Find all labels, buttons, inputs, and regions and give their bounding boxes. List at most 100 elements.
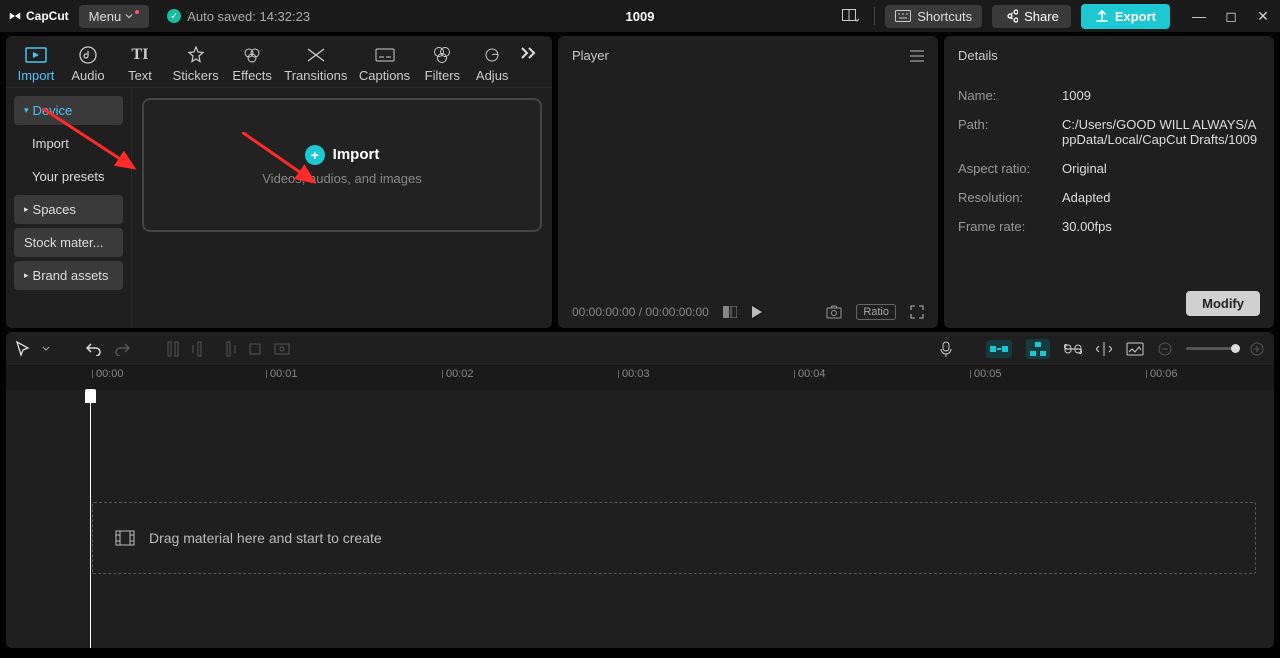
import-dropzone[interactable]: + Import Videos, audios, and images bbox=[142, 98, 542, 232]
import-title: + Import bbox=[305, 145, 380, 165]
adjustment-icon bbox=[484, 46, 500, 64]
link-icon bbox=[1064, 344, 1082, 354]
player-compare-button[interactable] bbox=[723, 306, 737, 318]
menu-button[interactable]: Menu bbox=[79, 5, 150, 28]
player-title: Player bbox=[572, 48, 609, 63]
zoom-slider[interactable] bbox=[1186, 347, 1236, 350]
share-icon bbox=[1004, 9, 1018, 23]
shortcuts-button[interactable]: Shortcuts bbox=[885, 5, 982, 28]
detail-row: Aspect ratio:Original bbox=[958, 154, 1260, 183]
filters-icon bbox=[433, 46, 451, 64]
window-close-button[interactable]: ✕ bbox=[1254, 8, 1272, 25]
timeline-toolbar bbox=[6, 332, 1274, 366]
zoom-out-button[interactable] bbox=[1158, 342, 1172, 356]
audio-icon bbox=[79, 46, 97, 64]
tab-import[interactable]: Import bbox=[10, 42, 62, 87]
chevron-down-icon bbox=[42, 346, 50, 352]
tab-filters[interactable]: Filters bbox=[416, 42, 468, 87]
record-audio-button[interactable] bbox=[940, 341, 952, 357]
effects-icon bbox=[243, 46, 261, 64]
player-play-button[interactable] bbox=[751, 305, 763, 319]
share-button[interactable]: Share bbox=[992, 5, 1071, 28]
ruler-tick: 00:00 bbox=[92, 368, 124, 380]
window-minimize-button[interactable]: — bbox=[1190, 8, 1208, 25]
player-snapshot-button[interactable] bbox=[826, 305, 842, 319]
text-icon: TI bbox=[132, 46, 149, 64]
layout-button[interactable] bbox=[838, 5, 864, 27]
ruler-tick: 00:04 bbox=[794, 368, 826, 380]
detail-row: Path:C:/Users/GOOD WILL ALWAYS/AppData/L… bbox=[958, 110, 1260, 154]
player-menu-button[interactable] bbox=[910, 50, 924, 62]
redo-button[interactable] bbox=[114, 342, 130, 356]
selection-tool-dropdown[interactable] bbox=[42, 346, 50, 352]
player-panel: Player 00:00:00:00 / 00:00:00:00 Ratio bbox=[558, 36, 938, 328]
zoom-in-button[interactable] bbox=[1250, 342, 1264, 356]
chevron-double-right-icon bbox=[520, 46, 538, 60]
selection-tool-button[interactable] bbox=[16, 341, 30, 357]
timeline-ruler[interactable]: 00:00 00:01 00:02 00:03 00:04 00:05 00:0… bbox=[6, 366, 1274, 390]
ruler-tick: 00:06 bbox=[1146, 368, 1178, 380]
plus-icon: + bbox=[305, 145, 325, 165]
tab-adjustment[interactable]: Adjus bbox=[468, 42, 516, 87]
tab-effects[interactable]: Effects bbox=[225, 42, 279, 87]
window-maximize-button[interactable]: ◻ bbox=[1222, 8, 1240, 25]
details-panel: Details Name:1009 Path:C:/Users/GOOD WIL… bbox=[944, 36, 1274, 328]
tab-stickers[interactable]: Stickers bbox=[166, 42, 225, 87]
detail-row: Name:1009 bbox=[958, 81, 1260, 110]
ruler-tick: 00:05 bbox=[970, 368, 1002, 380]
ruler-tick: 00:02 bbox=[442, 368, 474, 380]
film-icon bbox=[115, 530, 135, 546]
modify-button[interactable]: Modify bbox=[1186, 291, 1260, 316]
ruler-tick: 00:01 bbox=[266, 368, 298, 380]
delete-right-button[interactable] bbox=[220, 341, 236, 357]
magnet-main-button[interactable] bbox=[986, 340, 1012, 358]
export-icon bbox=[1095, 9, 1109, 23]
magnet-track-button[interactable] bbox=[1026, 339, 1050, 359]
sidebar-item-brand[interactable]: ▸Brand assets bbox=[14, 261, 123, 290]
link-button[interactable] bbox=[1064, 344, 1082, 354]
timeline-dropzone[interactable]: Drag material here and start to create bbox=[92, 502, 1256, 574]
preview-align-button[interactable] bbox=[1096, 342, 1112, 356]
cover-button[interactable] bbox=[1126, 342, 1144, 356]
player-controls: 00:00:00:00 / 00:00:00:00 Ratio bbox=[558, 296, 938, 328]
ruler-tick: 00:03 bbox=[618, 368, 650, 380]
media-panel: Import Audio TI Text Stickers Effects Tr… bbox=[6, 36, 552, 328]
slider-thumb[interactable] bbox=[1231, 344, 1240, 353]
freeze-button[interactable] bbox=[274, 342, 290, 356]
playhead[interactable] bbox=[90, 390, 91, 648]
tab-audio[interactable]: Audio bbox=[62, 42, 114, 87]
undo-button[interactable] bbox=[86, 342, 102, 356]
detail-row: Resolution:Adapted bbox=[958, 183, 1260, 212]
crop-button[interactable] bbox=[248, 342, 262, 356]
timeline-panel: 00:00 00:01 00:02 00:03 00:04 00:05 00:0… bbox=[6, 332, 1274, 648]
caret-down-icon: ▾ bbox=[24, 105, 29, 116]
notification-dot-icon bbox=[135, 10, 139, 14]
autosave-status: ✓ Auto saved: 14:32:23 bbox=[167, 9, 310, 24]
sidebar-item-presets[interactable]: Your presets bbox=[14, 162, 123, 191]
delete-left-button[interactable] bbox=[192, 341, 208, 357]
sidebar-item-device[interactable]: ▾Device bbox=[14, 96, 123, 125]
sidebar-item-spaces[interactable]: ▸Spaces bbox=[14, 195, 123, 224]
chevron-down-icon bbox=[125, 12, 133, 20]
keyboard-icon bbox=[895, 10, 911, 22]
player-viewport[interactable] bbox=[558, 75, 938, 296]
player-fullscreen-button[interactable] bbox=[910, 305, 924, 319]
tab-transitions[interactable]: Transitions bbox=[279, 42, 353, 87]
microphone-icon bbox=[940, 341, 952, 357]
captions-icon bbox=[375, 46, 395, 64]
plus-circle-icon bbox=[1250, 342, 1264, 356]
tabs-overflow-button[interactable] bbox=[516, 42, 542, 64]
media-tabs: Import Audio TI Text Stickers Effects Tr… bbox=[6, 36, 552, 88]
divider bbox=[874, 7, 875, 25]
export-button[interactable]: Export bbox=[1081, 4, 1170, 29]
playhead-handle[interactable] bbox=[85, 389, 96, 403]
split-button[interactable] bbox=[166, 341, 180, 357]
timeline-tracks[interactable]: Drag material here and start to create bbox=[6, 390, 1274, 648]
tab-text[interactable]: TI Text bbox=[114, 42, 166, 87]
sidebar-item-stock[interactable]: Stock mater... bbox=[14, 228, 123, 257]
player-ratio-button[interactable]: Ratio bbox=[856, 304, 896, 320]
tab-captions[interactable]: Captions bbox=[353, 42, 417, 87]
sidebar-item-import[interactable]: Import bbox=[14, 129, 123, 158]
project-title: 1009 bbox=[626, 9, 655, 24]
transitions-icon bbox=[307, 46, 325, 64]
